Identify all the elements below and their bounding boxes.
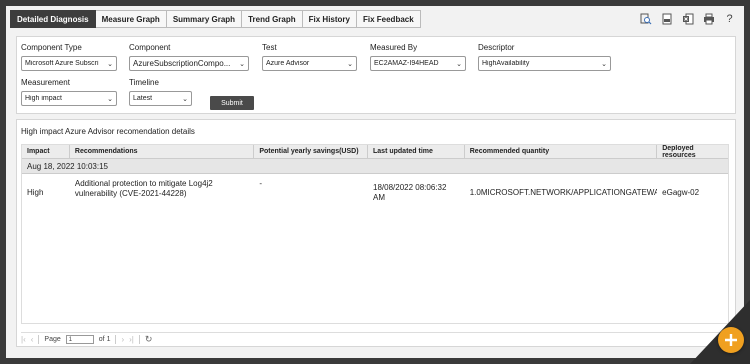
chevron-down-icon: ⌄ — [601, 60, 607, 68]
tab-measure-graph[interactable]: Measure Graph — [95, 10, 167, 28]
component-value: AzureSubscriptionCompo... — [133, 59, 231, 68]
measured-by-value: EC2AMAZ-I94HEAD — [374, 60, 439, 67]
chevron-down-icon: ⌄ — [107, 60, 113, 68]
measured-by-group: Measured By EC2AMAZ-I94HEAD ⌄ — [370, 43, 466, 71]
chevron-down-icon: ⌄ — [456, 60, 462, 68]
refresh-icon[interactable]: ↻ — [145, 334, 153, 345]
pdf-icon[interactable] — [660, 13, 673, 26]
toolbar-icons: ? — [639, 10, 740, 28]
measured-by-select[interactable]: EC2AMAZ-I94HEAD ⌄ — [370, 56, 466, 71]
timeline-select[interactable]: Latest ⌄ — [129, 91, 192, 106]
details-panel: High impact Azure Advisor recomendation … — [16, 119, 736, 347]
grid-header: Impact Recommendations Potential yearly … — [22, 145, 728, 159]
column-header-impact[interactable]: Impact — [22, 145, 70, 158]
page-input[interactable]: 1 — [65, 335, 94, 344]
group-row-date: Aug 18, 2022 10:03:15 — [22, 159, 728, 174]
cell-recommendation: Additional protection to mitigate Log4j2… — [74, 179, 213, 198]
measurement-group: Measurement High impact ⌄ — [21, 78, 117, 106]
add-fab-button[interactable] — [718, 327, 744, 353]
component-type-label: Component Type — [21, 43, 82, 52]
column-header-deployed[interactable]: Deployed resources — [657, 145, 728, 158]
cell-quantity: 1.0MICROSOFT.NETWORK/APPLICATIONGATEWAYS — [469, 188, 658, 197]
tab-fix-feedback[interactable]: Fix Feedback — [356, 10, 421, 28]
measurement-select[interactable]: High impact ⌄ — [21, 91, 117, 106]
descriptor-select[interactable]: HighAvailability ⌄ — [478, 56, 611, 71]
component-group: Component AzureSubscriptionCompo... ⌄ — [129, 43, 249, 71]
tab-summary-graph[interactable]: Summary Graph — [166, 10, 243, 28]
details-title: High impact Azure Advisor recomendation … — [21, 127, 195, 136]
last-page-icon[interactable]: ›| — [129, 335, 134, 344]
excel-icon[interactable] — [681, 13, 694, 26]
search-report-icon[interactable] — [639, 13, 652, 26]
tab-detailed-diagnosis[interactable]: Detailed Diagnosis — [10, 10, 96, 28]
column-header-quantity[interactable]: Recommended quantity — [465, 145, 658, 158]
component-type-group: Component Type Microsoft Azure Subscri ⌄ — [21, 43, 117, 71]
cell-savings: - — [259, 179, 262, 188]
measurement-label: Measurement — [21, 78, 70, 87]
filter-panel: Component Type Microsoft Azure Subscri ⌄… — [16, 36, 736, 114]
pager-separator — [138, 335, 140, 344]
component-label: Component — [129, 43, 171, 52]
tab-bar: Detailed Diagnosis Measure Graph Summary… — [10, 10, 740, 28]
chevron-down-icon: ⌄ — [182, 95, 188, 103]
timeline-group: Timeline Latest ⌄ — [129, 78, 192, 106]
tab-fix-history[interactable]: Fix History — [302, 10, 357, 28]
timeline-value: Latest — [133, 95, 153, 102]
component-select[interactable]: AzureSubscriptionCompo... ⌄ — [129, 56, 249, 71]
app-frame: Detailed Diagnosis Measure Graph Summary… — [6, 6, 744, 358]
page-count-label: of 1 — [98, 336, 111, 343]
column-header-savings[interactable]: Potential yearly savings(USD) — [254, 145, 369, 158]
test-select[interactable]: Azure Advisor ⌄ — [262, 56, 357, 71]
plus-icon — [725, 334, 737, 346]
descriptor-group: Descriptor HighAvailability ⌄ — [478, 43, 611, 71]
component-type-select[interactable]: Microsoft Azure Subscri ⌄ — [21, 56, 117, 71]
cell-last-updated: 18/08/2022 08:06:32 AM — [373, 183, 447, 202]
test-label: Test — [262, 43, 277, 52]
descriptor-label: Descriptor — [478, 43, 515, 52]
test-value: Azure Advisor — [266, 60, 310, 67]
page-label: Page — [44, 336, 61, 343]
cell-impact: High — [27, 188, 44, 197]
component-type-value: Microsoft Azure Subscri — [25, 60, 99, 67]
pager-separator — [115, 335, 117, 344]
test-group: Test Azure Advisor ⌄ — [262, 43, 357, 71]
submit-button[interactable]: Submit — [210, 96, 254, 110]
measurement-value: High impact — [25, 95, 62, 102]
print-icon[interactable] — [702, 13, 715, 26]
measured-by-label: Measured By — [370, 43, 418, 52]
first-page-icon[interactable]: |‹ — [21, 335, 26, 344]
chevron-down-icon: ⌄ — [347, 60, 353, 68]
next-page-icon[interactable]: › — [121, 335, 124, 344]
timeline-label: Timeline — [129, 78, 159, 87]
details-grid: Impact Recommendations Potential yearly … — [21, 144, 729, 324]
table-row: High Additional protection to mitigate L… — [22, 174, 728, 212]
cell-deployed: eGagw-02 — [662, 188, 700, 197]
prev-page-icon[interactable]: ‹ — [31, 335, 34, 344]
column-header-last-updated[interactable]: Last updated time — [368, 145, 465, 158]
chevron-down-icon: ⌄ — [107, 95, 113, 103]
pager: |‹ ‹ Page 1 of 1 › ›| ↻ — [21, 332, 729, 344]
descriptor-value: HighAvailability — [482, 60, 530, 67]
column-header-recommendations[interactable]: Recommendations — [70, 145, 255, 158]
help-icon[interactable]: ? — [723, 13, 736, 26]
tab-trend-graph[interactable]: Trend Graph — [242, 10, 303, 28]
chevron-down-icon: ⌄ — [239, 60, 245, 68]
pager-separator — [38, 335, 40, 344]
